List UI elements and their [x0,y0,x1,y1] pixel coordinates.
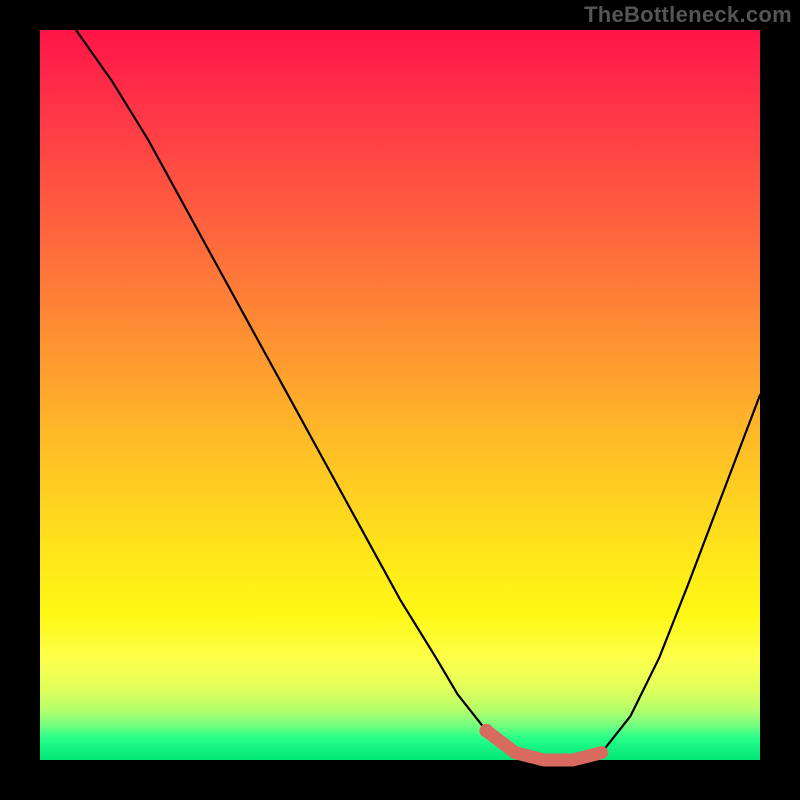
chart-svg [40,30,760,760]
optimal-point-dot [479,724,493,738]
chart-frame: TheBottleneck.com [0,0,800,800]
plot-area [40,30,760,760]
bottleneck-curve [76,30,760,760]
optimal-range-marker [486,731,601,760]
attribution-text: TheBottleneck.com [584,2,792,28]
